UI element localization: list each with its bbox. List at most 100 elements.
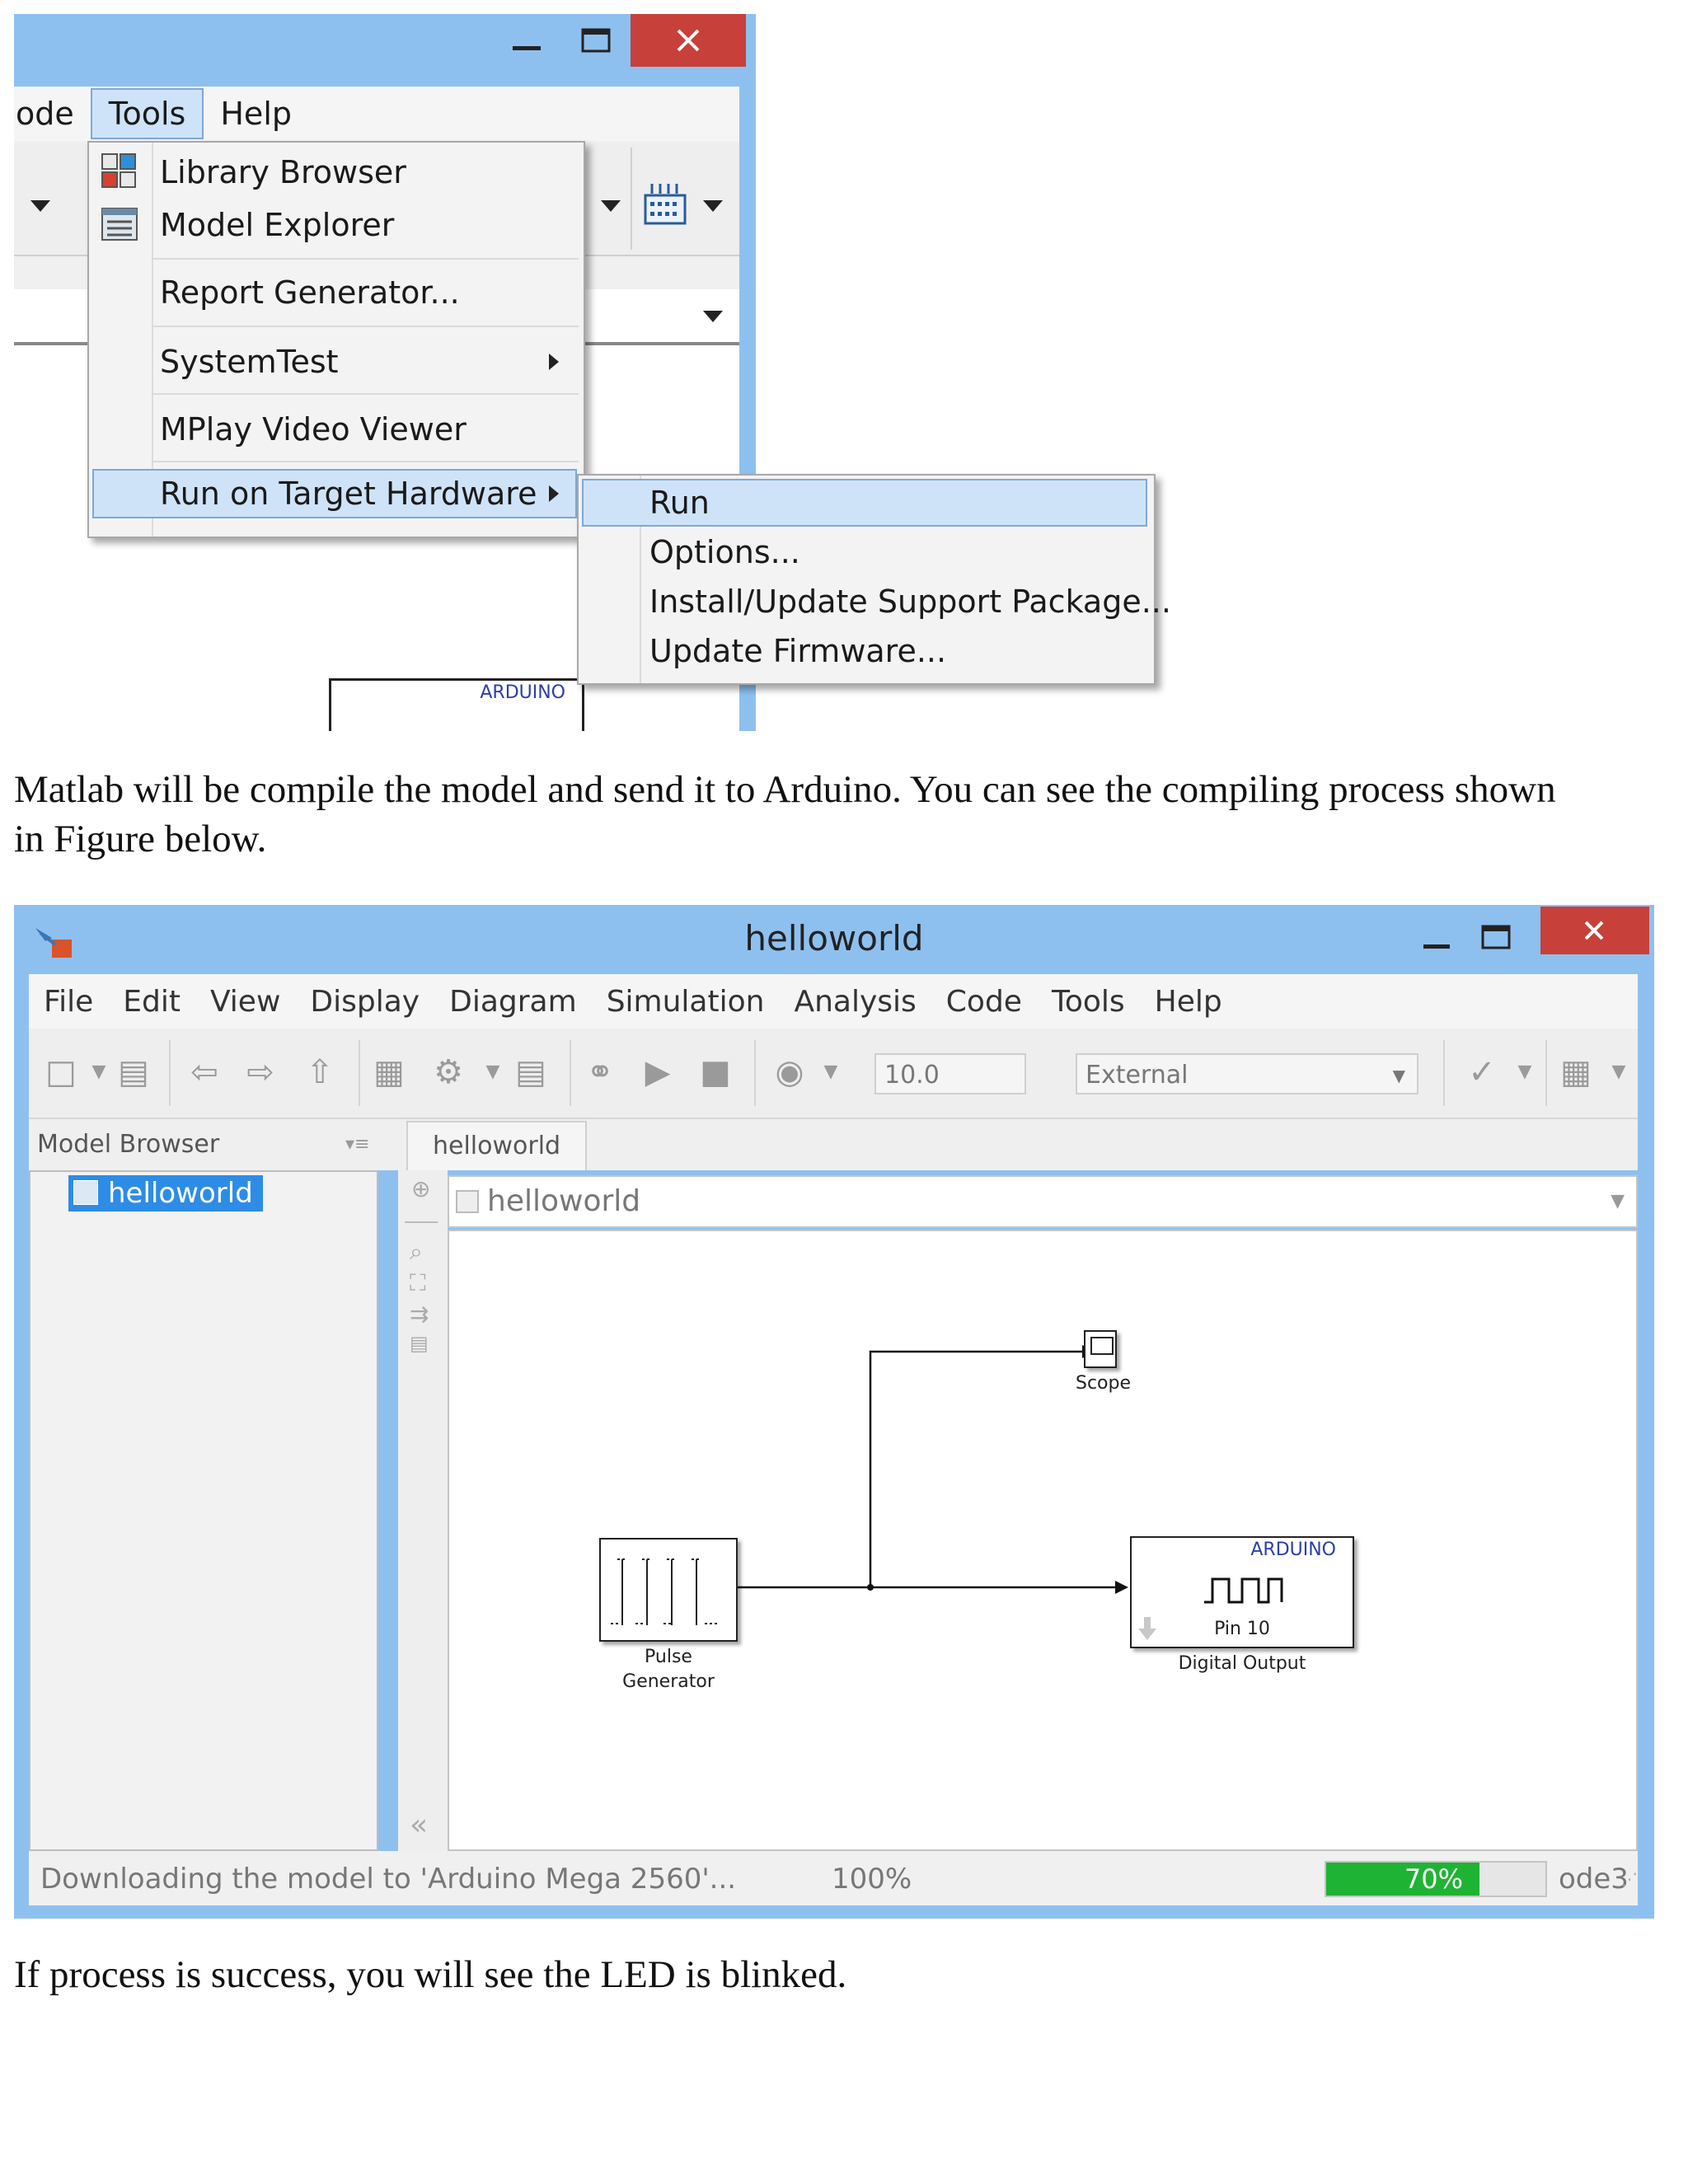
zoom-level: 100% (832, 1863, 912, 1896)
close-button[interactable] (631, 14, 746, 67)
arduino-block[interactable]: ARDUINO (329, 678, 584, 731)
menu-edit[interactable]: Edit (108, 985, 195, 1019)
hide-show-icon[interactable]: ⊕ (411, 1175, 430, 1202)
menu-analysis[interactable]: Analysis (779, 985, 931, 1019)
menu-tools[interactable]: Tools (90, 88, 204, 139)
close-button[interactable] (1540, 907, 1649, 954)
paragraph-line: in Figure below. (14, 818, 267, 860)
minimize-button[interactable] (1407, 913, 1466, 963)
menu-item-run-on-target-hardware[interactable]: Run on Target Hardware (92, 469, 577, 518)
back-arrow-icon[interactable]: ⇦ (185, 1053, 223, 1091)
pulse-generator-block[interactable] (599, 1538, 738, 1642)
simulation-mode-select[interactable]: External ▼ (1076, 1053, 1418, 1094)
progress-label: 70% (1404, 1863, 1463, 1895)
dropdown-arrow-icon[interactable] (703, 200, 723, 212)
dropdown-arrow-icon[interactable] (30, 200, 50, 212)
menu-help[interactable]: Help (204, 90, 308, 138)
dropdown-arrow-icon[interactable]: ▼ (812, 1053, 850, 1091)
menu-diagram[interactable]: Diagram (434, 985, 592, 1019)
menu-display[interactable]: Display (295, 985, 434, 1019)
menu-item-update-firmware[interactable]: Update Firmware... (649, 627, 946, 675)
dropdown-arrow-icon[interactable] (601, 200, 621, 212)
menu-code[interactable]: ode (14, 90, 91, 138)
up-arrow-icon[interactable]: ⇧ (301, 1053, 339, 1091)
fit-to-view-icon[interactable]: ⛶ (410, 1269, 426, 1297)
scope-block[interactable] (1084, 1330, 1117, 1368)
menu-item-install-update-support-package[interactable]: Install/Update Support Package... (649, 578, 1171, 626)
menu-tools[interactable]: Tools (1037, 985, 1140, 1019)
record-icon[interactable]: ◉ (771, 1053, 809, 1091)
diagram-canvas[interactable]: Scope Pulse Generator ARDUINO Pin 10 Dig… (448, 1230, 1638, 1851)
dropdown-arrow-icon[interactable]: ▼ (80, 1053, 118, 1091)
menu-simulation[interactable]: Simulation (592, 985, 780, 1019)
zoom-in-icon[interactable]: ⌕ (410, 1238, 423, 1266)
menu-file[interactable]: File (29, 985, 108, 1019)
minimize-icon (513, 46, 541, 50)
route-lines-icon[interactable]: ⇉ (410, 1301, 429, 1328)
hardware-board-icon[interactable]: ▦ (1557, 1053, 1595, 1091)
collapse-menu-icon[interactable]: ▾≡ (345, 1119, 369, 1170)
menu-view[interactable]: View (195, 985, 295, 1019)
tree-item-helloworld[interactable]: helloworld (68, 1175, 263, 1212)
status-bar: Downloading the model to 'Arduino Mega 2… (29, 1851, 1638, 1905)
stop-time-input[interactable]: 10.0 (874, 1053, 1026, 1094)
save-icon[interactable]: ▤ (115, 1053, 152, 1091)
submenu-arrow-icon (549, 485, 559, 502)
stop-icon[interactable]: ■ (696, 1053, 734, 1091)
menu-item-report-generator[interactable]: Report Generator... (160, 268, 460, 317)
collapse-panel-icon[interactable]: « (410, 1808, 428, 1842)
menu-item-systemtest[interactable]: SystemTest (160, 337, 572, 387)
dropdown-arrow-icon[interactable]: ▼ (474, 1053, 512, 1091)
annotation-icon[interactable]: ▤ (410, 1332, 429, 1355)
pulse-generator-label: Pulse Generator (586, 1645, 751, 1694)
menu-code[interactable]: Code (931, 985, 1037, 1019)
menu-separator (152, 393, 579, 395)
tree-item-label: helloworld (108, 1177, 253, 1210)
toolbar-separator (570, 1040, 571, 1106)
menu-item-library-browser[interactable]: Library Browser (160, 148, 406, 197)
menu-item-mplay-video-viewer[interactable]: MPlay Video Viewer (160, 405, 467, 454)
menu-separator (152, 326, 579, 327)
check-icon[interactable]: ✓ (1463, 1053, 1501, 1091)
pulse-label-line1: Pulse (645, 1647, 692, 1667)
run-icon[interactable]: ▶ (639, 1053, 677, 1091)
hardware-board-icon[interactable] (644, 184, 687, 225)
arduino-label: ARDUINO (1250, 1540, 1336, 1560)
menu-help[interactable]: Help (1140, 985, 1237, 1019)
maximize-button[interactable] (561, 14, 631, 67)
minimize-button[interactable] (492, 14, 561, 67)
pulse-train-icon (611, 1558, 720, 1625)
dropdown-arrow-icon[interactable]: ▼ (1600, 1053, 1638, 1091)
step-icon[interactable]: ⚭ (581, 1053, 619, 1091)
dropdown-arrow-icon[interactable] (703, 311, 723, 322)
gear-icon[interactable]: ⚙ (429, 1053, 467, 1091)
toolbar-separator (631, 148, 632, 250)
menu-item-options[interactable]: Options... (649, 528, 800, 576)
dropdown-arrow-icon[interactable]: ▼ (1506, 1053, 1544, 1091)
toolbar-separator (754, 1040, 756, 1106)
chevron-down-icon: ▼ (1392, 1066, 1405, 1085)
simulink-window-screenshot: helloworld File Edit View Display Diagra… (14, 905, 1654, 1919)
menu-item-label: SystemTest (160, 344, 339, 380)
download-progress-bar: 70% (1325, 1861, 1547, 1897)
library-browser-icon[interactable]: ▦ (370, 1053, 408, 1091)
paragraph-compile: Matlab will be compile the model and sen… (14, 765, 1556, 864)
menu-item-model-explorer[interactable]: Model Explorer (160, 200, 394, 250)
model-address-bar[interactable]: helloworld ▼ (448, 1175, 1638, 1228)
strip-separator (405, 1221, 438, 1223)
menu-item-run[interactable]: Run (582, 479, 1147, 527)
forward-arrow-icon[interactable]: ⇨ (241, 1053, 279, 1091)
solver-label: ode3 (1559, 1863, 1629, 1896)
resize-grip-icon[interactable]: ⋰ (1621, 1869, 1638, 1889)
pulse-label-line2: Generator (622, 1671, 715, 1692)
simulation-mode-value: External (1085, 1061, 1189, 1090)
status-message: Downloading the model to 'Arduino Mega 2… (40, 1863, 737, 1896)
chevron-down-icon[interactable]: ▼ (1611, 1177, 1625, 1226)
run-on-target-submenu: Run Options... Install/Update Support Pa… (577, 474, 1171, 685)
model-explorer-icon[interactable]: ▤ (512, 1053, 550, 1091)
maximize-button[interactable] (1466, 913, 1526, 963)
digital-output-block[interactable]: ARDUINO Pin 10 (1130, 1536, 1354, 1648)
close-icon (1584, 921, 1604, 940)
new-model-icon[interactable]: □ (42, 1053, 80, 1091)
tab-helloworld[interactable]: helloworld (406, 1121, 588, 1170)
